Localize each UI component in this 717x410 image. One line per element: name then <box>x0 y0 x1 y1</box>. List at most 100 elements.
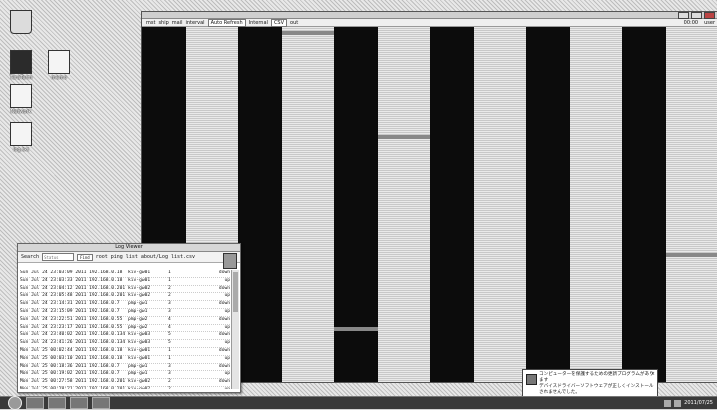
cell-status: up <box>224 277 230 283</box>
log-titlebar[interactable]: Log Viewer <box>18 244 240 252</box>
menu-item-ship[interactable]: ship <box>158 20 168 26</box>
notification-balloon[interactable]: × コンピューターを保護するための更新プログラムがあります デバイスドライバーソ… <box>522 369 658 397</box>
cell-status: down <box>218 270 230 275</box>
cell-ts: Mon Jul 25 00:19:02 2011 192.168.0.7 <box>20 371 120 377</box>
maximize-button[interactable] <box>691 12 702 19</box>
minimize-button[interactable] <box>678 12 689 19</box>
cell-ts: Mon Jul 25 00:02:44 2011 192.168.0.18 <box>20 347 123 353</box>
cell-host: pmp-gw2 <box>128 324 148 330</box>
cell-id: 2 <box>168 293 171 299</box>
cell-ts: Sun Jul 24 23:05:48 2011 192.168.0.201 <box>20 293 126 299</box>
taskbar-app-2[interactable] <box>48 397 66 409</box>
avatar <box>223 253 237 269</box>
status-time: 00:00 <box>683 19 699 26</box>
table-row[interactable]: Mon Jul 25 00:28:21 2011 192.168.0.201ki… <box>20 387 230 389</box>
clock[interactable]: 2011/07/25 <box>684 400 713 406</box>
cell-ts: Mon Jul 25 00:27:58 2011 192.168.0.201 <box>20 379 126 385</box>
cell-host: kiv-gw01 <box>128 347 151 353</box>
search-input[interactable] <box>42 253 75 261</box>
column-12 <box>666 27 717 382</box>
cell-host: pmp-gw1 <box>128 363 148 369</box>
table-row[interactable]: Mon Jul 25 00:02:44 2011 192.168.0.18 kiv… <box>20 348 230 356</box>
table-row[interactable]: Mon Jul 25 00:03:10 2011 192.168.0.18 kiv… <box>20 356 230 364</box>
table-row[interactable]: Sun Jul 24 23:41:26 2011 192.168.0.134 ki… <box>20 340 230 348</box>
table-row[interactable]: Mon Jul 25 00:27:58 2011 192.168.0.201 ki… <box>20 379 230 387</box>
warning-icon <box>526 374 537 385</box>
cell-status: down <box>218 316 230 322</box>
auto-refresh-button[interactable]: Auto Refresh <box>207 18 246 27</box>
app-icon-1[interactable]: TeraTerm <box>4 50 38 81</box>
menu-item-mail[interactable]: mail <box>172 20 183 26</box>
taskbar-app-1[interactable] <box>26 397 44 409</box>
cell-host: kiv-gw02 <box>128 387 168 389</box>
taskbar-app-3[interactable] <box>70 397 88 409</box>
log-scrollbar[interactable] <box>231 270 239 389</box>
cell-status: up <box>224 308 230 314</box>
doc-icon-label: log.txt <box>12 147 30 153</box>
taskbar: 2011/07/25 <box>0 396 717 410</box>
start-button[interactable] <box>8 396 22 410</box>
tray-icon[interactable] <box>674 399 682 407</box>
find-button[interactable]: Find <box>77 253 93 261</box>
cell-status: down <box>218 379 230 385</box>
menu-item-out[interactable]: out <box>290 20 298 26</box>
balloon-line-1: コンピューターを保護するための更新プログラムがあります <box>539 372 654 383</box>
close-icon[interactable]: × <box>651 371 655 377</box>
table-row[interactable]: Sun Jul 24 23:15:09 2011 192.168.0.7 pmp-… <box>20 309 230 317</box>
cell-host: kiv-gw02 <box>128 379 151 385</box>
table-row[interactable]: Sun Jul 24 23:03:09 2011 192.168.0.18 kiv… <box>20 270 230 278</box>
column-10 <box>570 27 622 382</box>
cell-host: kiv-gw03 <box>128 340 151 346</box>
search-label: Search <box>21 254 40 260</box>
column-highlight <box>666 253 717 257</box>
cell-status: up <box>224 324 230 330</box>
log-path: root ping list about/Log list.csv <box>95 254 196 260</box>
cell-host: pmp-gw2 <box>128 316 148 322</box>
trash-icon[interactable] <box>4 10 38 34</box>
cell-status: down <box>218 363 230 369</box>
csv-button[interactable]: CSV <box>270 18 288 27</box>
doc-icon-1[interactable]: memo <box>42 50 76 81</box>
table-row[interactable]: Sun Jul 24 23:03:33 2011 192.168.0.18 kiv… <box>20 278 230 286</box>
net-icon[interactable]: Network <box>4 84 38 115</box>
cell-status: up <box>224 355 230 361</box>
cell-status: down <box>218 347 230 353</box>
cell-ts: Sun Jul 24 23:23:17 2011 192.168.0.55 <box>20 324 123 330</box>
column-3 <box>238 27 282 382</box>
scroll-thumb[interactable] <box>233 272 238 312</box>
table-row[interactable]: Sun Jul 24 23:14:31 2011 192.168.0.7 pmp-… <box>20 301 230 309</box>
cell-id: 2 <box>168 379 171 385</box>
cell-id: 3 <box>168 363 171 369</box>
column-7 <box>430 27 474 382</box>
table-row[interactable]: Sun Jul 24 23:22:51 2011 192.168.0.55 pmp… <box>20 317 230 325</box>
close-button[interactable] <box>704 12 715 19</box>
cell-id: 4 <box>168 324 171 330</box>
cell-id: 1 <box>168 347 171 353</box>
cell-id: 5 <box>168 332 171 338</box>
system-tray: 2011/07/25 <box>664 399 713 407</box>
doc-icon-2[interactable]: log.txt <box>4 122 38 153</box>
cell-ts: Mon Jul 25 00:03:10 2011 192.168.0.18 <box>20 355 123 361</box>
cell-id: 5 <box>168 340 171 346</box>
doc-icon-label: memo <box>51 75 67 81</box>
cell-id: 1 <box>168 355 171 361</box>
menu-item-mst[interactable]: mst <box>146 20 155 26</box>
cell-ts: Sun Jul 24 23:03:33 2011 192.168.0.18 <box>20 277 123 283</box>
menu-item-internal[interactable]: Internal <box>249 20 268 26</box>
taskbar-app-4[interactable] <box>92 397 110 409</box>
tray-icon[interactable] <box>664 399 672 407</box>
cell-status: down <box>218 332 230 338</box>
cell-ts: Sun Jul 24 23:04:12 2011 192.168.0.201 <box>20 285 126 291</box>
cell-ts: Mon Jul 25 00:18:36 2011 192.168.0.7 <box>20 363 120 369</box>
cell-id: 3 <box>168 308 171 314</box>
cell-host: pmp-gw1 <box>128 301 148 307</box>
log-viewer-window[interactable]: Log Viewer Search Find root ping list ab… <box>17 243 241 393</box>
cell-status: up <box>224 340 230 346</box>
menu-item-interval[interactable]: interval <box>186 20 205 26</box>
column-8 <box>474 27 526 382</box>
table-row[interactable]: Sun Jul 24 23:40:02 2011 192.168.0.134 ki… <box>20 332 230 341</box>
cell-status: up <box>224 293 230 299</box>
cell-host: kiv-gw03 <box>128 332 151 338</box>
table-row[interactable]: Mon Jul 25 00:19:02 2011 192.168.0.7 pmp-… <box>20 371 230 380</box>
app-icon-label: TeraTerm <box>9 75 33 81</box>
